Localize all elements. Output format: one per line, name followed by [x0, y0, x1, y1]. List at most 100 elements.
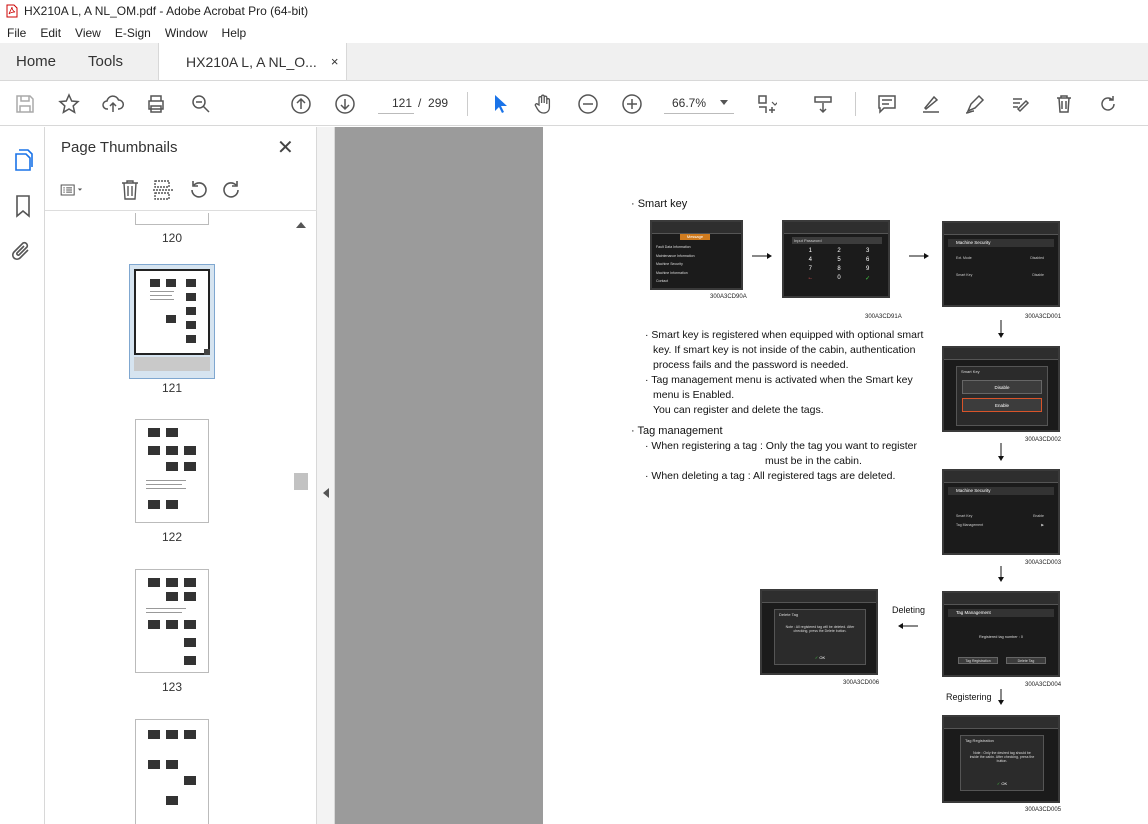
monitor-screen-delete-tag: Delete Tag Note : All registered tag wil…: [760, 589, 878, 675]
highlight-icon[interactable]: [917, 90, 945, 118]
down-arrow-icon: [998, 566, 1004, 582]
page-thumbnail[interactable]: [135, 719, 209, 824]
thumbnail-preview: [134, 269, 210, 355]
paragraph-line: · Smart key is registered when equipped …: [645, 329, 924, 341]
screen-list-item: Tag Management: [956, 523, 984, 527]
dialog-text: Note : Only the desired tag should be in…: [969, 751, 1035, 763]
delete-icon[interactable]: [1050, 90, 1078, 118]
thumbnail-page-number: 120: [161, 231, 183, 245]
bookmark-icon[interactable]: [10, 193, 36, 219]
delete-page-icon[interactable]: [117, 177, 143, 203]
close-panel-icon[interactable]: ✕: [277, 135, 294, 160]
page-fit-icon[interactable]: [752, 90, 780, 118]
page-thumbnail[interactable]: [135, 213, 209, 225]
tab-document[interactable]: HX210A L, A NL_O... ×: [158, 43, 348, 80]
screen-title: Input Password: [792, 237, 882, 244]
page-thumbnail[interactable]: [135, 419, 209, 523]
edit-pdf-icon[interactable]: [1006, 90, 1034, 118]
prev-page-icon[interactable]: [287, 90, 315, 118]
tab-tools[interactable]: Tools: [72, 43, 139, 80]
tab-home[interactable]: Home: [0, 43, 72, 80]
down-arrow-icon: [998, 689, 1004, 705]
zoom-search-icon[interactable]: [187, 90, 215, 118]
tab-bar: Home Tools HX210A L, A NL_O... ×: [0, 43, 1148, 81]
screen-list: Smart Key Tag Management: [956, 512, 983, 530]
figure-caption: 300A3CD005: [1025, 807, 1062, 813]
zoom-value: 66.7%: [672, 96, 707, 110]
page-number-input[interactable]: 121: [378, 92, 414, 114]
menu-bar: File Edit View E-Sign Window Help: [0, 22, 1148, 43]
total-pages: 299: [428, 96, 449, 110]
page-thumbnails-icon[interactable]: [10, 147, 36, 173]
attachment-icon[interactable]: [10, 239, 36, 265]
screen-list-item: Smart Key: [956, 514, 973, 518]
comment-icon[interactable]: [873, 90, 901, 118]
screen-list-item: Smart Key: [956, 273, 973, 277]
scroll-up-icon[interactable]: [296, 222, 306, 228]
screen-list: Fault Data Information Maintenance Infor…: [656, 243, 695, 286]
menu-window[interactable]: Window: [158, 26, 215, 40]
thumbnails-title: Page Thumbnails: [61, 139, 178, 156]
extract-page-icon[interactable]: [151, 177, 177, 203]
toolbar-divider: [467, 92, 468, 116]
collapse-arrow-icon[interactable]: [323, 488, 329, 498]
delete-tag-dialog: Delete Tag Note : All registered tag wil…: [774, 609, 866, 665]
zoom-select[interactable]: 66.7%: [664, 92, 734, 114]
select-cursor-icon[interactable]: [486, 90, 514, 118]
paragraph-line: · When registering a tag : Only the tag …: [645, 440, 917, 452]
scrollbar-thumb[interactable]: [294, 473, 308, 490]
monitor-screen-tag-management: Tag Management Registered tag number : 0…: [942, 591, 1060, 677]
screen-value: Disable: [1032, 273, 1044, 277]
disable-button: Disable: [962, 380, 1042, 394]
page-thumbnail-selected[interactable]: [129, 264, 215, 379]
ok-label: OK: [819, 655, 826, 660]
next-page-icon[interactable]: [331, 90, 359, 118]
menu-help[interactable]: Help: [215, 26, 254, 40]
star-icon[interactable]: [55, 90, 83, 118]
screen-title: Machine Security: [948, 239, 1054, 247]
zoom-in-icon[interactable]: [618, 90, 646, 118]
upload-icon[interactable]: [99, 90, 127, 118]
thumbnail-scrollbar[interactable]: [294, 220, 308, 824]
menu-edit[interactable]: Edit: [33, 26, 68, 40]
draw-icon[interactable]: [961, 90, 989, 118]
screen-list-item: Contact: [656, 279, 669, 283]
screen-title: Tag Management: [948, 609, 1054, 617]
menu-esign[interactable]: E-Sign: [108, 26, 158, 40]
paragraph-line: menu is Enabled.: [653, 389, 735, 401]
keypad-key: 2: [837, 248, 841, 254]
panel-collapse-handle[interactable]: [317, 127, 335, 824]
menu-file[interactable]: File: [0, 26, 33, 40]
print-icon[interactable]: [142, 90, 170, 118]
figure-caption: 300A3CD90A: [710, 294, 747, 300]
page-thumbnail[interactable]: [135, 569, 209, 673]
options-menu-icon[interactable]: [59, 177, 85, 203]
rotate-icon[interactable]: [1094, 90, 1122, 118]
thumbnail-page-number: 123: [161, 680, 183, 694]
smart-key-description: · Smart key is registered when equipped …: [645, 328, 925, 418]
rotate-left-icon[interactable]: [185, 177, 211, 203]
screen-values: Disabled Disable: [1030, 250, 1044, 284]
screen-list-item: Machine Security: [656, 262, 683, 266]
monitor-screen-security: Machine Security Ext. Mode Smart Key Dis…: [942, 221, 1060, 307]
menu-view[interactable]: View: [68, 26, 108, 40]
screen-list-item: Ext. Mode: [956, 256, 972, 260]
monitor-screen-smartkey: Smart Key Disable Enable: [942, 346, 1060, 432]
thumbnails-panel: Page Thumbnails ✕ 120 121 122 123: [45, 127, 317, 824]
window-title: HX210A L, A NL_OM.pdf - Adobe Acrobat Pr…: [24, 4, 309, 18]
down-arrow-icon: [998, 443, 1004, 461]
tab-close-icon[interactable]: ×: [331, 54, 339, 69]
monitor-screen-tag-registration: Tag Registration Note : Only the desired…: [942, 715, 1060, 803]
scroll-mode-icon[interactable]: [809, 90, 837, 118]
page-count: / 299: [418, 96, 448, 110]
ok-button: ✓ OK: [996, 781, 1008, 786]
enable-button: Enable: [962, 398, 1042, 412]
rotate-right-icon[interactable]: [219, 177, 245, 203]
zoom-out-icon[interactable]: [574, 90, 602, 118]
hand-tool-icon[interactable]: [529, 90, 557, 118]
paragraph-line: · Tag management menu is activated when …: [645, 374, 913, 386]
paragraph-line: key. If smart key is not inside of the c…: [653, 344, 916, 356]
document-viewer[interactable]: · Smart key Message Fault Data Informati…: [335, 127, 1148, 824]
left-arrow-icon: [898, 623, 918, 629]
save-icon[interactable]: [11, 90, 39, 118]
